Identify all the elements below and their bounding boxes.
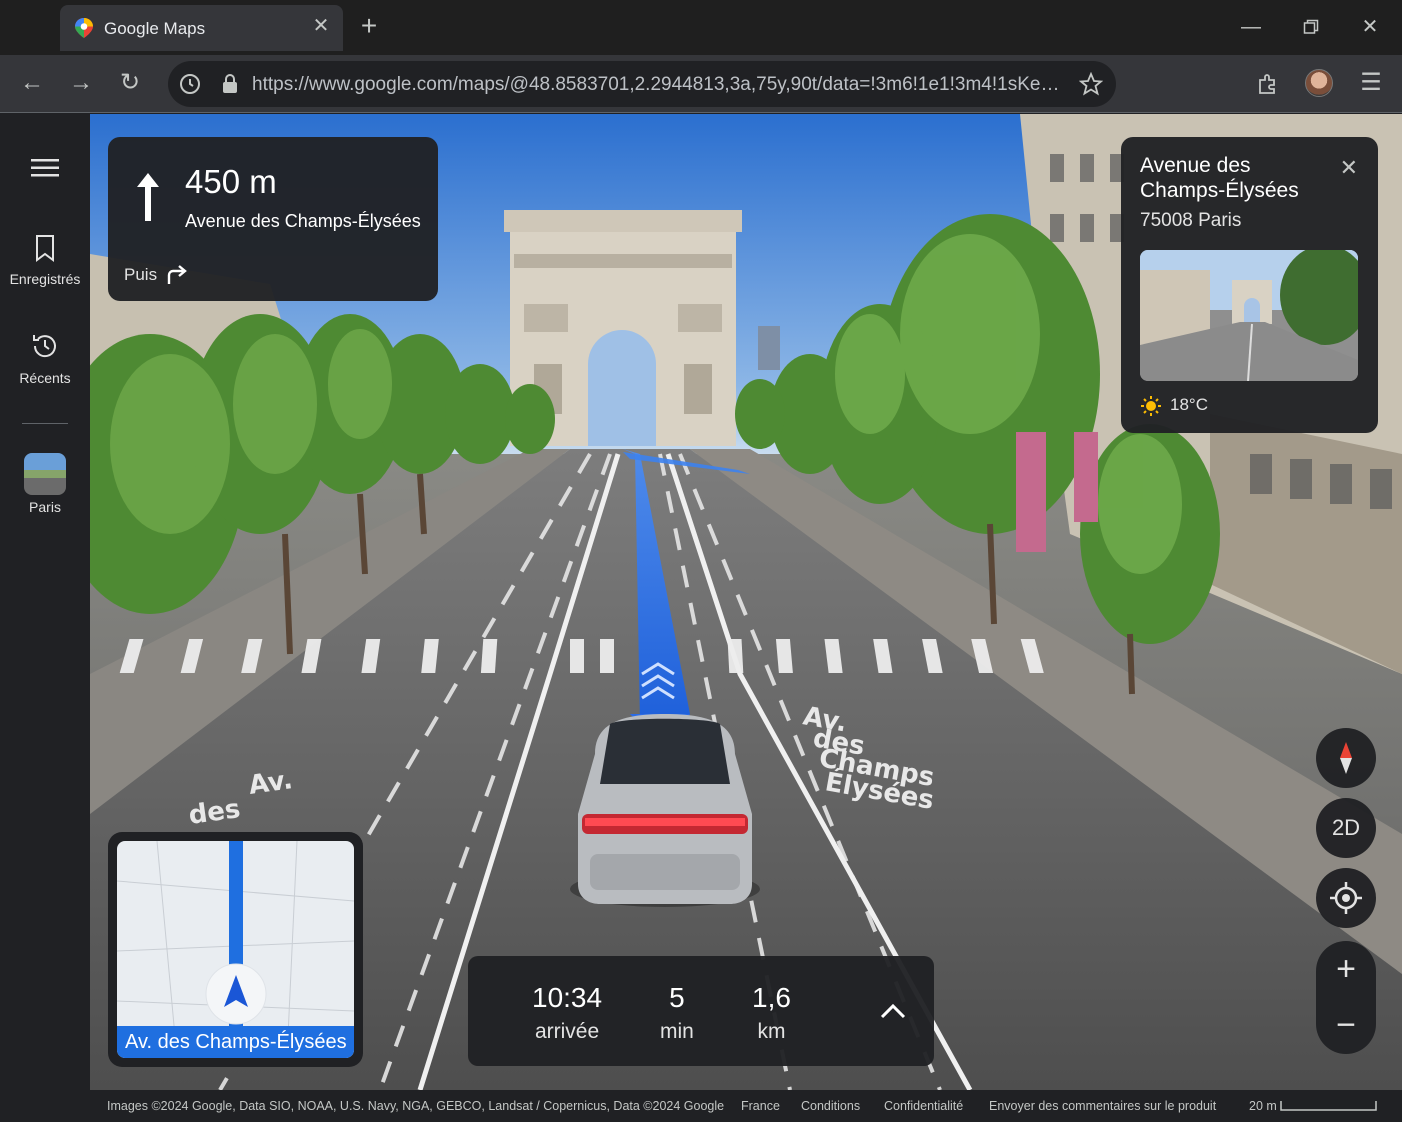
lock-icon — [223, 74, 237, 93]
weather-temperature: 18°C — [1170, 395, 1208, 414]
then-label: Puis — [124, 265, 158, 284]
trip-duration: 5 min — [660, 982, 694, 1043]
browser-tab[interactable]: Google Maps ✕ — [60, 5, 343, 51]
map-footer: Images ©2024 Google, Data SIO, NOAA, U.S… — [90, 1090, 1402, 1122]
svg-text:Av.: Av. — [247, 765, 295, 801]
sun-icon — [1141, 396, 1161, 416]
address-bar[interactable]: https://www.google.com/maps/@48.8583701,… — [168, 61, 1116, 107]
menu-icon[interactable]: ☰ — [1356, 68, 1386, 98]
browser-tab-bar: Google Maps ✕ + — ✕ — [0, 0, 1402, 55]
back-icon[interactable]: ← — [17, 68, 47, 98]
sidebar: Enregistrés Récents Paris — [0, 114, 90, 1122]
zoom-controls: + − — [1316, 941, 1376, 1054]
minimize-icon[interactable]: — — [1238, 14, 1264, 40]
compass-icon — [1340, 742, 1352, 774]
reload-icon[interactable]: ↻ — [115, 68, 145, 98]
turn-right-icon — [167, 265, 187, 284]
close-icon[interactable]: ✕ — [311, 16, 331, 36]
place-name: Avenue des Champs-Élysées — [1140, 154, 1299, 202]
country-link[interactable]: France — [741, 1099, 780, 1113]
place-info-card[interactable]: Avenue des Champs-Élysées ✕ 75008 Paris … — [1121, 137, 1378, 433]
scale-bar — [1280, 1101, 1377, 1111]
sidebar-item-label: Paris — [29, 499, 61, 515]
window-close-icon[interactable]: ✕ — [1357, 14, 1383, 40]
mini-map-canvas: Av. des Champs-Élysées — [117, 841, 354, 1058]
place-thumbnail — [24, 453, 66, 495]
sidebar-item-saved[interactable]: Enregistrés — [0, 234, 90, 287]
plus-icon[interactable]: + — [356, 12, 382, 41]
url-text[interactable]: https://www.google.com/maps/@48.8583701,… — [252, 74, 1062, 96]
arrow-up-icon — [137, 173, 159, 221]
browser-toolbar: ← → ↻ https://www.google.com/maps/@48.85… — [0, 55, 1402, 113]
sidebar-divider — [22, 423, 68, 424]
trip-distance: 1,6 km — [752, 982, 791, 1043]
maps-pin-icon — [75, 18, 93, 38]
bookmark-icon — [36, 235, 54, 262]
my-location-button[interactable] — [1316, 868, 1376, 928]
chevron-up-icon[interactable] — [878, 1000, 908, 1022]
compass-button[interactable] — [1316, 728, 1376, 788]
sidebar-item-recents[interactable]: Récents — [0, 331, 90, 386]
forward-icon[interactable]: → — [66, 68, 96, 98]
view-toggle-2d-button[interactable]: 2D — [1316, 798, 1376, 858]
zoom-out-button[interactable]: − — [1316, 997, 1376, 1053]
attribution-text: Images ©2024 Google, Data SIO, NOAA, U.S… — [107, 1099, 725, 1113]
trip-summary-bar[interactable]: 10:34 arrivée 5 min 1,6 km — [468, 956, 934, 1066]
scale-label[interactable]: 20 m — [1249, 1099, 1277, 1113]
profile-avatar[interactable] — [1305, 69, 1333, 97]
sidebar-item-label: Récents — [19, 370, 71, 386]
tab-title: Google Maps — [104, 19, 206, 38]
mini-map-street-label: Av. des Champs-Élysées — [117, 1026, 354, 1058]
hamburger-menu-icon[interactable] — [31, 158, 59, 178]
extensions-icon[interactable] — [1256, 72, 1280, 96]
history-icon — [33, 335, 56, 358]
bookmark-star-icon[interactable] — [1079, 72, 1103, 96]
car — [570, 714, 760, 907]
my-location-icon — [1330, 882, 1362, 914]
mini-map[interactable]: Av. des Champs-Élysées — [108, 832, 363, 1067]
place-postal: 75008 Paris — [1140, 210, 1242, 231]
turn-instruction-card[interactable]: 450 m Avenue des Champs-Élysées Puis — [108, 137, 438, 301]
turn-street-name: Avenue des Champs-Élysées — [185, 211, 421, 231]
sidebar-item-label: Enregistrés — [9, 271, 81, 287]
terms-link[interactable]: Conditions — [801, 1099, 860, 1113]
restore-icon[interactable] — [1298, 14, 1324, 40]
feedback-link[interactable]: Envoyer des commentaires sur le produit — [989, 1099, 1216, 1113]
site-info-icon[interactable] — [179, 73, 201, 95]
zoom-in-button[interactable]: + — [1316, 941, 1376, 997]
sidebar-item-paris[interactable]: Paris — [0, 453, 90, 515]
place-photo[interactable] — [1140, 250, 1358, 381]
close-icon[interactable]: ✕ — [1340, 155, 1358, 181]
privacy-link[interactable]: Confidentialité — [884, 1099, 963, 1113]
turn-distance: 450 m — [185, 163, 277, 200]
arrival-time: 10:34 arrivée — [532, 982, 603, 1043]
